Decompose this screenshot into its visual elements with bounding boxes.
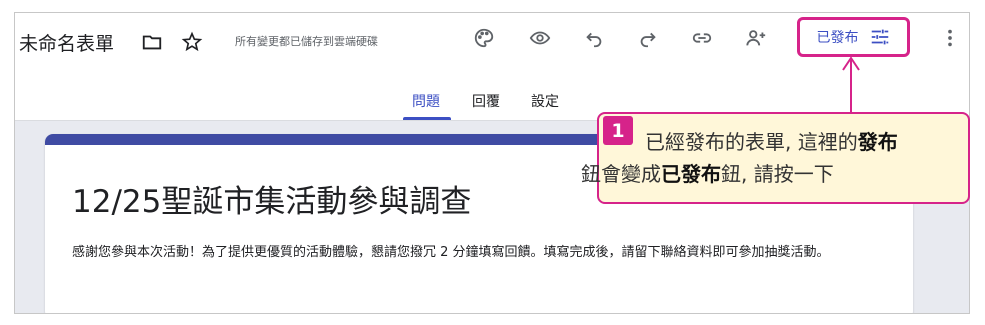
- callout-bold-2: 已發布: [661, 162, 721, 186]
- form-description[interactable]: 感謝您參與本次活動！為了提供更優質的活動體驗，懇請您撥冗 2 分鐘填寫回饋。填寫…: [72, 242, 907, 263]
- step-number-badge: 1: [603, 116, 633, 145]
- add-person-icon[interactable]: [743, 25, 769, 51]
- published-label: 已發布: [816, 30, 859, 46]
- tab-settings[interactable]: 設定: [531, 91, 559, 111]
- callout-text-3: 鈕, 請按一下: [721, 162, 834, 186]
- callout-bold-1: 發布: [857, 130, 898, 154]
- redo-icon[interactable]: [635, 25, 661, 51]
- callout-text: 已經發布的表單, 這裡的發布鈕會變成已發布鈕, 請按一下: [581, 126, 958, 190]
- undo-icon[interactable]: [581, 25, 607, 51]
- link-icon[interactable]: [689, 25, 715, 51]
- toolbar: 未命名表單 所有變更都已儲存到雲端硬碟 已發布: [15, 13, 969, 69]
- callout-text-1: 已經發布的表單, 這裡的: [645, 130, 858, 154]
- tune-icon: [869, 26, 891, 48]
- more-vert-icon[interactable]: [937, 25, 963, 51]
- published-button[interactable]: 已發布: [797, 17, 910, 57]
- form-title[interactable]: 12/25聖誕市集活動參與調查: [72, 176, 471, 221]
- folder-icon[interactable]: [139, 29, 165, 55]
- star-icon[interactable]: [179, 29, 205, 55]
- instruction-callout: 已經發布的表單, 這裡的發布鈕會變成已發布鈕, 請按一下: [581, 112, 970, 204]
- form-name[interactable]: 未命名表單: [19, 29, 114, 56]
- tab-questions[interactable]: 問題: [412, 91, 440, 111]
- tab-responses[interactable]: 回覆: [472, 91, 500, 111]
- callout-text-2: 鈕會變成: [581, 162, 661, 186]
- eye-icon[interactable]: [527, 25, 553, 51]
- save-status-text: 所有變更都已儲存到雲端硬碟: [235, 35, 378, 48]
- palette-icon[interactable]: [471, 25, 497, 51]
